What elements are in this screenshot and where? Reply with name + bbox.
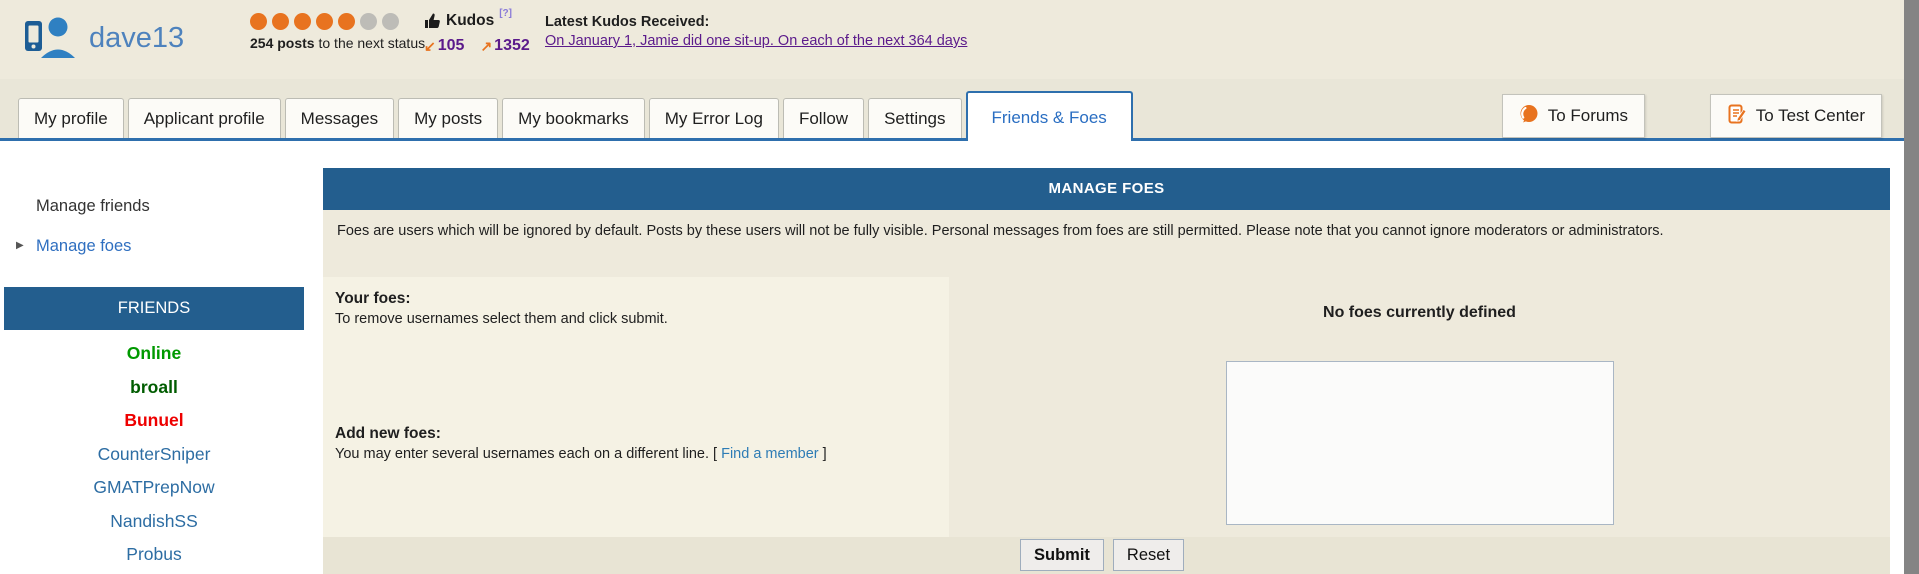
your-foes-label: Your foes: <box>335 290 411 307</box>
friend-link[interactable]: GMATPrepNow <box>4 471 304 505</box>
add-foes-label-cell: Add new foes: You may enter several user… <box>323 349 949 537</box>
status-dot-filled <box>272 13 289 30</box>
friend-link[interactable]: NandishSS <box>4 505 304 539</box>
tab-follow[interactable]: Follow <box>782 98 865 138</box>
arrow-down-left-icon: ↙ <box>424 37 436 54</box>
latest-kudos-link[interactable]: On January 1, Jamie did one sit-up. On e… <box>545 33 967 49</box>
username[interactable]: dave13 <box>89 22 184 55</box>
find-a-member-link[interactable]: Find a member <box>721 446 819 462</box>
content-area: Manage friends ▶ Manage foes FRIENDS Onli… <box>0 141 1904 574</box>
to-forums-label: To Forums <box>1547 106 1628 125</box>
thumbs-up-icon <box>424 12 441 34</box>
avatar-icon <box>22 14 78 63</box>
user-block: dave13 <box>22 14 184 63</box>
your-foes-hint: To remove usernames select them and clic… <box>335 311 668 327</box>
status-progress-dots <box>250 13 425 30</box>
status-dot-filled <box>250 13 267 30</box>
vertical-scrollbar[interactable] <box>1904 0 1919 574</box>
friend-link[interactable]: Bunuel <box>4 404 304 438</box>
add-foes-textarea[interactable] <box>1225 361 1614 525</box>
friends-list: Online broall Bunuel CounterSniper GMATPrepN… <box>4 337 304 572</box>
panel-description: Foes are users which will be ignored by … <box>323 210 1890 277</box>
tab-settings[interactable]: Settings <box>868 98 962 138</box>
sidebar-item-manage-friends[interactable]: Manage friends <box>36 197 150 216</box>
friend-link[interactable]: broall <box>4 371 304 405</box>
tab-friends-foes[interactable]: Friends & Foes <box>965 91 1133 141</box>
latest-kudos-label: Latest Kudos Received: <box>545 14 710 30</box>
status-dot-filled <box>294 13 311 30</box>
add-foes-hint: You may enter several usernames each on … <box>335 445 827 462</box>
tab-my-bookmarks[interactable]: My bookmarks <box>502 98 645 138</box>
add-foes-label: Add new foes: <box>335 424 441 442</box>
arrow-up-right-icon: ↗ <box>480 37 493 54</box>
tab-my-profile[interactable]: My profile <box>18 98 124 138</box>
friend-link[interactable]: Online <box>4 337 304 371</box>
latest-kudos-block: Latest Kudos Received: On January 1, Jam… <box>545 14 967 50</box>
add-foes-field-cell <box>949 349 1890 537</box>
panel-title: MANAGE FOES <box>323 168 1890 210</box>
to-forums-button[interactable]: To Forums <box>1501 94 1645 138</box>
status-dot-empty <box>382 13 399 30</box>
posts-count: 254 posts <box>250 35 315 51</box>
kudos-given[interactable]: ↗ 1352 <box>480 37 529 55</box>
status-dot-filled <box>316 13 333 30</box>
form-buttons-row: Submit Reset <box>323 537 1890 574</box>
friend-link[interactable]: Probus <box>4 538 304 572</box>
foes-form: Your foes: To remove usernames select th… <box>323 277 1890 537</box>
kudos-block: Kudos [?] ↙ 105 ↗ 1352 <box>424 8 530 55</box>
status-dot-empty <box>360 13 377 30</box>
scrollbar-thumb[interactable] <box>1904 0 1919 574</box>
friend-link[interactable]: CounterSniper <box>4 438 304 472</box>
to-test-center-button[interactable]: To Test Center <box>1709 94 1882 138</box>
reset-button[interactable]: Reset <box>1112 539 1185 571</box>
tab-applicant-profile[interactable]: Applicant profile <box>127 98 281 138</box>
tab-messages[interactable]: Messages <box>284 98 395 138</box>
your-foes-label-cell: Your foes: To remove usernames select th… <box>323 277 949 349</box>
manage-foes-panel: MANAGE FOES Foes are users which will be… <box>323 168 1890 574</box>
kudos-title: Kudos [?] <box>424 8 530 34</box>
kudos-counts: ↙ 105 ↗ 1352 <box>424 37 530 55</box>
your-foes-field-cell: No foes currently defined <box>949 277 1890 349</box>
tab-underline <box>0 138 1904 141</box>
friends-panel-title: FRIENDS <box>4 287 304 330</box>
tab-strip: My profile Applicant profile Messages My po… <box>0 79 1904 141</box>
kudos-label: Kudos <box>446 12 495 29</box>
sidebar-item-manage-foes[interactable]: ▶ Manage foes <box>16 237 131 256</box>
status-dot-filled <box>338 13 355 30</box>
kudos-received[interactable]: ↙ 105 <box>424 37 464 55</box>
test-center-icon <box>1727 104 1747 129</box>
forum-icon <box>1519 104 1539 129</box>
tab-my-posts[interactable]: My posts <box>398 98 499 138</box>
no-foes-message: No foes currently defined <box>1323 304 1516 321</box>
submit-button[interactable]: Submit <box>1020 539 1104 571</box>
profile-header: dave13 254 posts to the next status Kudo… <box>0 0 1904 79</box>
status-block: 254 posts to the next status <box>250 13 425 51</box>
kudos-help-badge[interactable]: [?] <box>499 8 512 19</box>
tab-my-error-log[interactable]: My Error Log <box>648 98 779 138</box>
to-test-center-label: To Test Center <box>1755 106 1865 125</box>
profile-page: dave13 254 posts to the next status Kudo… <box>0 0 1919 574</box>
posts-to-next-status: 254 posts to the next status <box>250 35 426 51</box>
selected-arrow-icon: ▶ <box>16 240 24 251</box>
